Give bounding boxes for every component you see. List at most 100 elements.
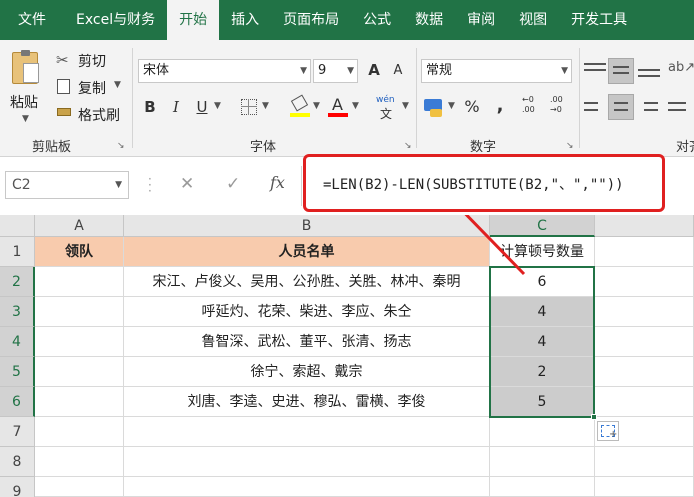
align-bottom-button[interactable] (638, 60, 660, 82)
enter-button[interactable]: ✓ (226, 174, 240, 194)
cell-c9[interactable] (490, 477, 595, 497)
cell-a7[interactable] (35, 417, 124, 447)
row-header-3[interactable]: 3 (0, 297, 35, 327)
dialog-launcher-icon[interactable]: ↘ (117, 141, 125, 151)
increase-decimal-button[interactable]: ←0.00 (522, 95, 544, 119)
cell-a4[interactable] (35, 327, 124, 357)
row-header-1[interactable]: 1 (0, 237, 35, 267)
tab-home[interactable]: 开始 (167, 0, 220, 40)
cell-b1[interactable]: 人员名单 (124, 237, 490, 267)
cell-c7[interactable] (490, 417, 595, 447)
paste-button[interactable]: 粘贴 ▼ (6, 48, 46, 128)
phonetic-button[interactable]: wén 文 (376, 95, 400, 121)
cancel-button[interactable]: ✕ (180, 174, 194, 194)
tab-formulas[interactable]: 公式 (351, 0, 403, 40)
row-header-2[interactable]: 2 (0, 267, 35, 297)
accounting-format-button[interactable] (424, 96, 446, 118)
orientation-button[interactable]: ab↗ (668, 60, 694, 82)
cell-b8[interactable] (124, 447, 490, 477)
select-all-corner[interactable] (0, 215, 35, 237)
border-button[interactable] (240, 98, 258, 116)
cell-a5[interactable] (35, 357, 124, 387)
tab-view[interactable]: 视图 (507, 0, 559, 40)
tab-review[interactable]: 审阅 (455, 0, 507, 40)
fill-color-dropdown[interactable]: ▼ (313, 101, 320, 111)
name-box-value: C2 (12, 177, 31, 193)
cell-d1[interactable] (595, 237, 694, 267)
column-header-b[interactable]: B (124, 215, 490, 237)
fill-color-button[interactable] (290, 94, 310, 118)
cell-b2[interactable]: 宋江、卢俊义、吴用、公孙胜、关胜、林冲、秦明 (124, 267, 490, 297)
cell-b6[interactable]: 刘唐、李逵、史进、穆弘、雷横、李俊 (124, 387, 490, 417)
cell-d9[interactable] (595, 477, 694, 497)
phonetic-dropdown[interactable]: ▼ (402, 101, 409, 111)
tab-developer[interactable]: 开发工具 (559, 0, 639, 40)
tab-insert[interactable]: 插入 (219, 0, 271, 40)
align-middle-button[interactable] (608, 58, 634, 84)
cell-d4[interactable] (595, 327, 694, 357)
fill-handle[interactable] (591, 414, 597, 420)
row-header-9[interactable]: 9 (0, 477, 35, 497)
font-name-select[interactable]: 宋体 ▼ (138, 59, 311, 83)
column-header-c[interactable]: C (490, 215, 595, 237)
underline-button[interactable]: U (194, 98, 210, 116)
row-header-7[interactable]: 7 (0, 417, 35, 447)
cell-a6[interactable] (35, 387, 124, 417)
row-header-6[interactable]: 6 (0, 387, 35, 417)
percent-button[interactable]: % (464, 97, 480, 116)
cell-a1[interactable]: 领队 (35, 237, 124, 267)
cell-b9[interactable] (124, 477, 490, 497)
cell-b7[interactable] (124, 417, 490, 447)
tab-file[interactable]: 文件 (0, 0, 64, 40)
worksheet-grid[interactable]: A B C 1 2 3 4 5 6 7 8 9 领队 人员名单 计算顿号数量 宋… (0, 215, 694, 497)
cell-b5[interactable]: 徐宁、索超、戴宗 (124, 357, 490, 387)
cell-a9[interactable] (35, 477, 124, 497)
row-header-5[interactable]: 5 (0, 357, 35, 387)
copy-button[interactable]: 复制 ▼ (56, 77, 136, 97)
cell-c1[interactable]: 计算顿号数量 (490, 237, 595, 267)
decrease-decimal-button[interactable]: .00 →0 (550, 95, 572, 119)
cell-a8[interactable] (35, 447, 124, 477)
dialog-launcher-icon[interactable]: ↘ (566, 141, 574, 151)
cell-d8[interactable] (595, 447, 694, 477)
align-top-button[interactable] (584, 60, 606, 82)
cell-d2[interactable] (595, 267, 694, 297)
grow-font-button[interactable]: A (366, 61, 382, 79)
row-header-4[interactable]: 4 (0, 327, 35, 357)
cell-a2[interactable] (35, 267, 124, 297)
indent-button[interactable] (668, 98, 690, 118)
name-box[interactable]: C2 ▼ (5, 171, 129, 199)
font-size-select[interactable]: 9 ▼ (313, 59, 358, 83)
column-header-d[interactable] (595, 215, 694, 237)
align-right-button[interactable] (638, 98, 660, 118)
italic-button[interactable]: I (168, 98, 184, 116)
underline-dropdown[interactable]: ▼ (214, 101, 221, 111)
cell-b3[interactable]: 呼延灼、花荣、柴进、李应、朱仝 (124, 297, 490, 327)
font-color-dropdown[interactable]: ▼ (352, 101, 359, 111)
number-format-select[interactable]: 常规 ▼ (421, 59, 572, 83)
border-dropdown[interactable]: ▼ (262, 101, 269, 111)
cell-d3[interactable] (595, 297, 694, 327)
insert-function-button[interactable]: fx (270, 173, 285, 192)
tab-excel-finance[interactable]: Excel与财务 (64, 0, 167, 40)
row-header-8[interactable]: 8 (0, 447, 35, 477)
comma-button[interactable]: , (494, 95, 506, 116)
cell-b4[interactable]: 鲁智深、武松、董平、张清、扬志 (124, 327, 490, 357)
align-center-button[interactable] (608, 94, 634, 120)
accounting-dropdown[interactable]: ▼ (448, 101, 455, 111)
dialog-launcher-icon[interactable]: ↘ (404, 141, 412, 151)
font-color-button[interactable]: A (328, 95, 348, 117)
align-left-button[interactable] (584, 98, 606, 118)
cell-c8[interactable] (490, 447, 595, 477)
quick-analysis-button[interactable]: + (597, 421, 619, 441)
shrink-font-button[interactable]: A (390, 63, 406, 78)
cell-d6[interactable] (595, 387, 694, 417)
cell-a3[interactable] (35, 297, 124, 327)
tab-data[interactable]: 数据 (403, 0, 455, 40)
cell-d5[interactable] (595, 357, 694, 387)
format-painter-button[interactable]: 格式刷 (56, 104, 136, 124)
column-header-a[interactable]: A (35, 215, 124, 237)
bold-button[interactable]: B (142, 98, 158, 116)
cut-button[interactable]: ✂ 剪切 (56, 50, 136, 70)
tab-page-layout[interactable]: 页面布局 (271, 0, 351, 40)
